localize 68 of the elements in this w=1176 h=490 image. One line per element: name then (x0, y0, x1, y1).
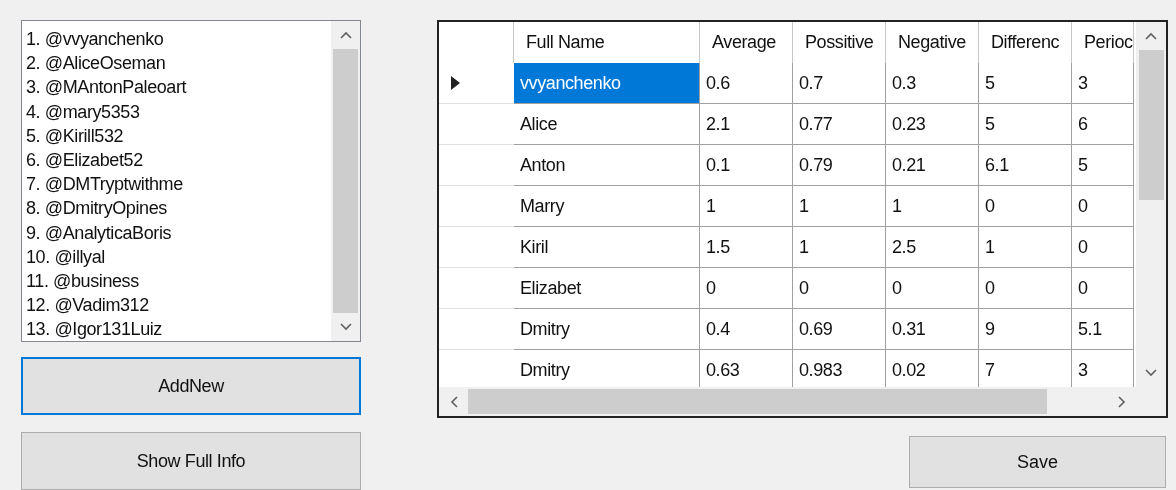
table-cell: 0.79 (793, 145, 886, 186)
table-cell: 1 (886, 186, 979, 227)
table-cell: 0 (979, 268, 1072, 309)
list-item[interactable]: 12. @Vadim312 (26, 293, 331, 318)
table-cell: 0.7 (793, 63, 886, 104)
table-cell: 6.1 (979, 145, 1072, 186)
table-cell: 2.5 (886, 227, 979, 268)
table-cell: Alice (514, 104, 700, 145)
table-cell: 1 (793, 186, 886, 227)
list-item[interactable]: 5. @Kirill532 (26, 123, 331, 148)
scroll-up-icon[interactable] (1145, 32, 1157, 40)
table-cell: 5 (979, 104, 1072, 145)
table-cell: 1 (793, 227, 886, 268)
list-item[interactable]: 13. @Igor131Luiz (26, 317, 331, 341)
list-item[interactable]: 8. @DmitryOpines (26, 196, 331, 221)
scroll-down-icon[interactable] (339, 323, 352, 331)
table-cell: 6 (1072, 104, 1134, 145)
add-new-button[interactable]: AddNew (21, 357, 361, 415)
table-cell: 0 (700, 268, 793, 309)
table-cell: 1.5 (700, 227, 793, 268)
account-list[interactable] (21, 20, 361, 342)
list-item[interactable]: 11. @business (26, 269, 331, 294)
table-cell: 0 (1072, 186, 1134, 227)
table-cell: vvyanchenko (514, 63, 700, 104)
list-item[interactable]: 2. @AliceOseman (26, 51, 331, 76)
table-cell: 0.4 (700, 309, 793, 350)
table-cell: 0 (1072, 268, 1134, 309)
table-cell: 2.1 (700, 104, 793, 145)
list-item[interactable]: 6. @Elizabet52 (26, 148, 331, 173)
table-cell: 1 (979, 227, 1072, 268)
table-cell: 5 (1072, 145, 1134, 186)
table-cell: 0 (793, 268, 886, 309)
table-cell: 0.6 (700, 63, 793, 104)
scroll-right-icon[interactable] (1117, 395, 1126, 408)
table-cell: 9 (979, 309, 1072, 350)
save-button[interactable]: Save (909, 436, 1166, 488)
scroll-up-icon[interactable] (339, 31, 352, 39)
table-cell: 0.3 (886, 63, 979, 104)
table-cell: 0.1 (700, 145, 793, 186)
table-cell: 3 (1072, 63, 1134, 104)
table-cell: 0.77 (793, 104, 886, 145)
table-cell: Marry (514, 186, 700, 227)
list-item[interactable]: 10. @illyal (26, 244, 331, 270)
scroll-left-icon[interactable] (449, 395, 458, 408)
table-cell: 0 (886, 268, 979, 309)
scrollbar-thumb[interactable] (468, 389, 1047, 414)
show-info-button[interactable]: Show Full Info (21, 432, 361, 490)
scroll-down-icon[interactable] (1145, 369, 1157, 377)
list-item[interactable]: 4. @mary5353 (26, 99, 331, 124)
table-cell: 5 (979, 63, 1072, 104)
table-cell: 1 (700, 186, 793, 227)
list-item[interactable]: 7. @DMTryptwithme (26, 172, 331, 197)
table-cell: 0.21 (886, 145, 979, 186)
list-item[interactable]: 1. @vvyanchenko (26, 27, 331, 52)
scrollbar-thumb[interactable] (333, 49, 358, 313)
table-cell: Dmitry (514, 309, 700, 350)
table-cell: 0.31 (886, 309, 979, 350)
table-cell: 0.69 (793, 309, 886, 350)
table-cell: Anton (514, 145, 700, 186)
scrollbar-thumb[interactable] (1138, 50, 1164, 200)
list-item[interactable]: 9. @AnalyticaBoris (26, 220, 331, 245)
table-cell: 0 (979, 186, 1072, 227)
table-cell: 0 (1072, 227, 1134, 268)
table-cell: 0.23 (886, 104, 979, 145)
table-cell: Elizabet (514, 268, 700, 309)
table-cell: Kiril (514, 227, 700, 268)
list-item[interactable]: 3. @MAntonPaleoart (26, 75, 331, 100)
table-cell: 5.1 (1072, 309, 1134, 350)
